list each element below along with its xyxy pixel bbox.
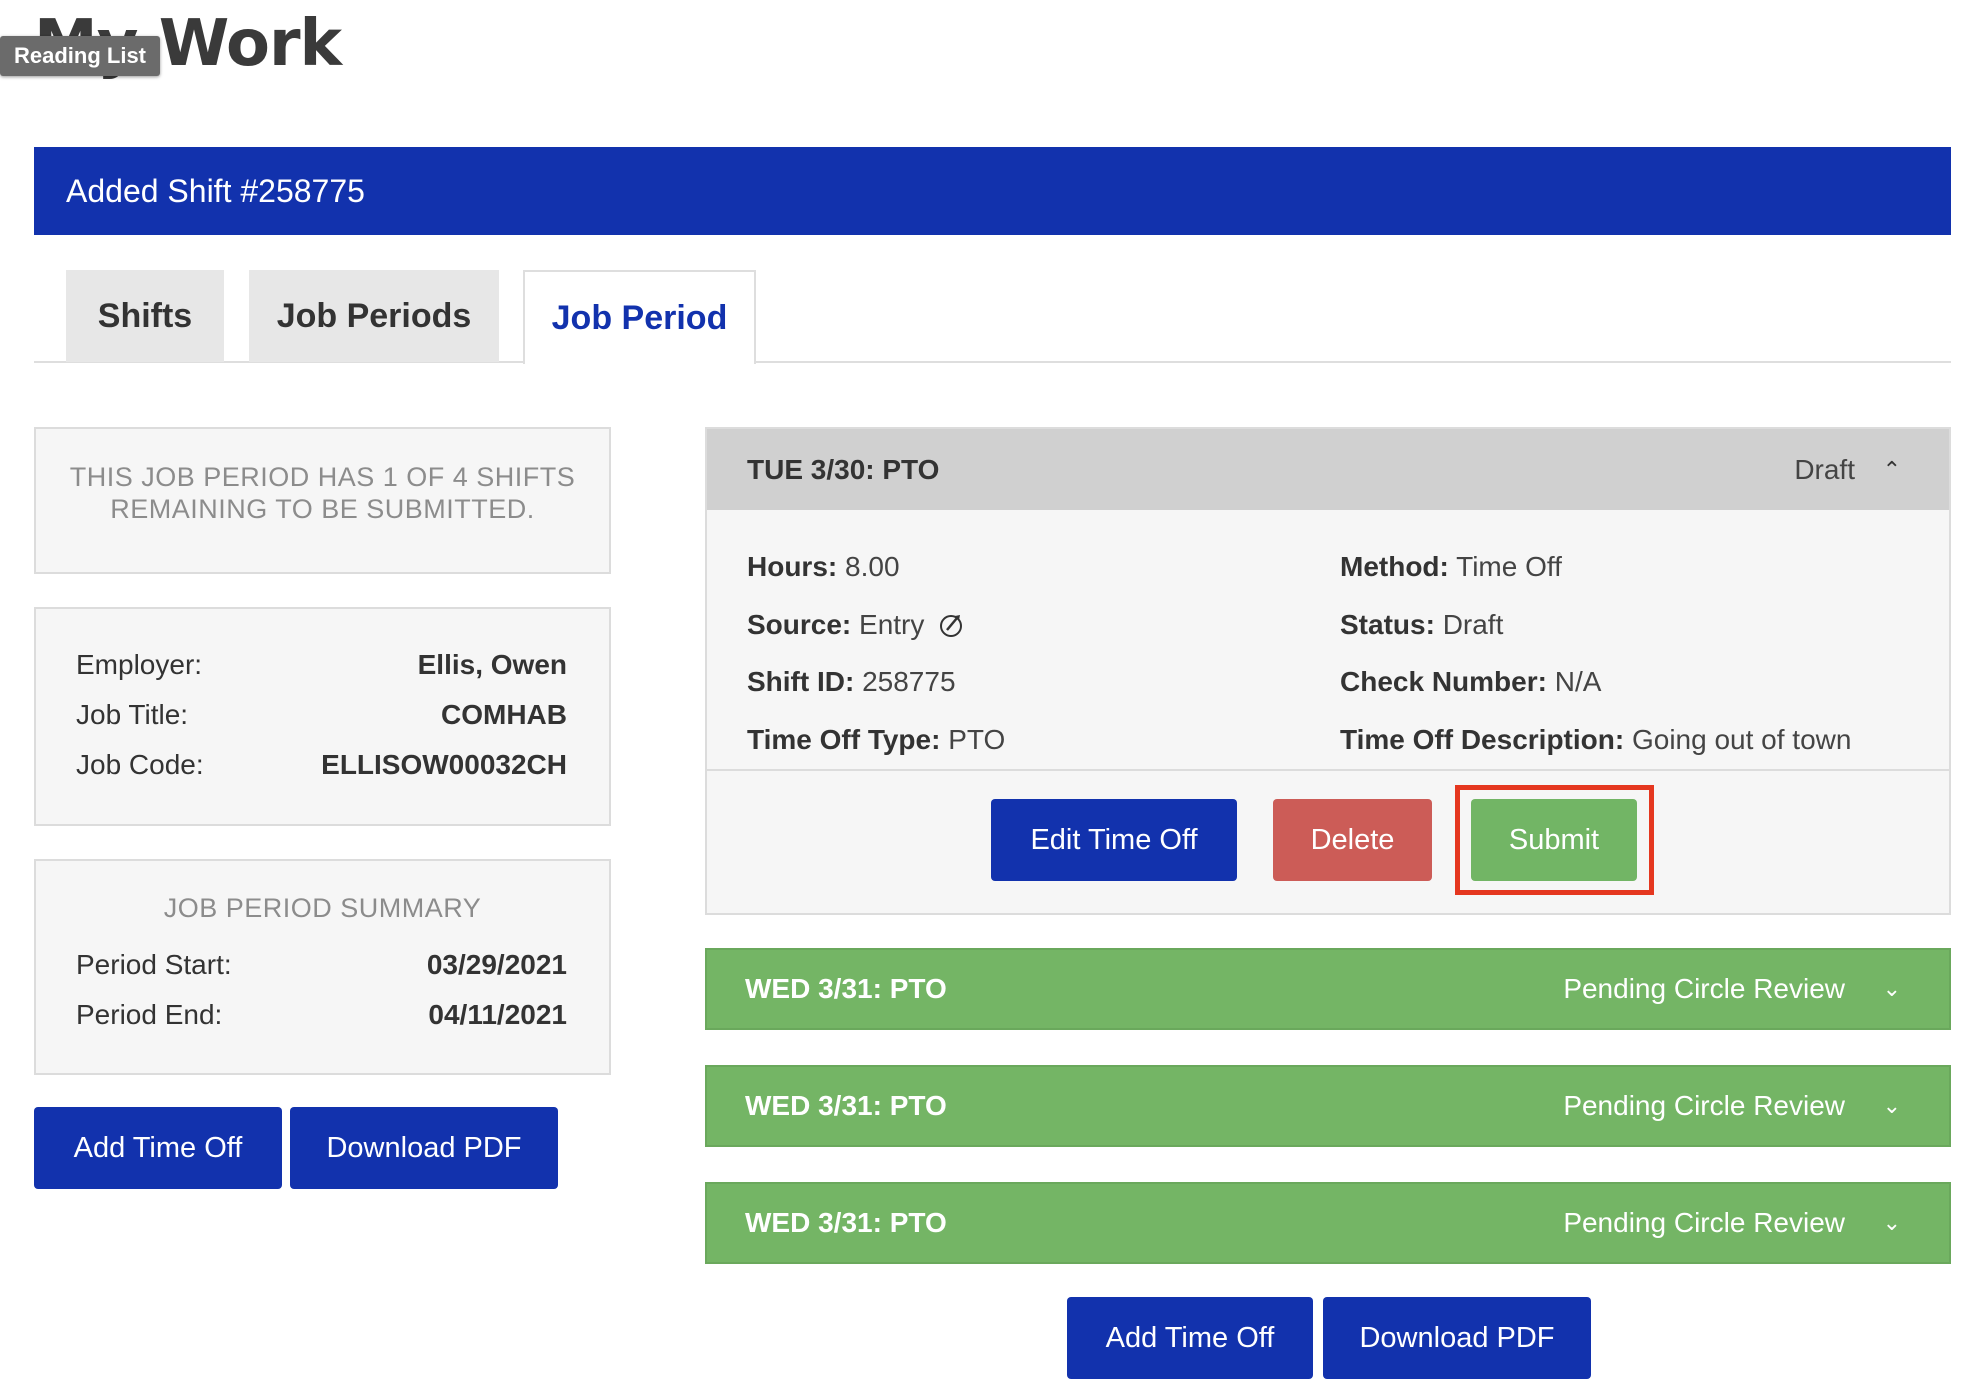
tab-shifts[interactable]: Shifts xyxy=(66,270,224,362)
field-label: Method: xyxy=(1340,551,1449,582)
chevron-down-icon[interactable]: ⌄ xyxy=(1883,1067,1901,1145)
tab-job-period[interactable]: Job Period xyxy=(523,270,756,364)
summary-label: Period End: xyxy=(76,999,223,1030)
field-method: Method: Time Off xyxy=(1340,551,1562,583)
field-value: N/A xyxy=(1554,666,1602,697)
field-label: Hours: xyxy=(747,551,838,582)
summary-title: JOB PERIOD SUMMARY xyxy=(163,893,482,923)
shift-header[interactable]: TUE 3/30: PTO Draft ⌃ xyxy=(707,429,1949,510)
reading-list-tooltip[interactable]: Reading List xyxy=(0,36,161,76)
summary-row-end: Period End: 04/11/2021 xyxy=(76,999,567,1031)
field-value: Entry xyxy=(859,609,925,640)
shift-status: Pending Circle Review xyxy=(1563,1207,1845,1238)
shift-status: Pending Circle Review xyxy=(1563,973,1845,1004)
info-row-job-title: Job Title: COMHAB xyxy=(76,699,567,731)
chevron-down-icon[interactable]: ⌄ xyxy=(1883,950,1901,1028)
field-value: 258775 xyxy=(862,666,956,697)
shift-card-collapsed[interactable]: WED 3/31: PTO Pending Circle Review ⌄ xyxy=(705,948,1951,1030)
field-value: Draft xyxy=(1442,609,1504,640)
field-time-off-description: Time Off Description: Going out of town xyxy=(1340,724,1851,756)
field-label: Status: xyxy=(1340,609,1435,640)
job-period-summary-panel: JOB PERIOD SUMMARY Period Start: 03/29/2… xyxy=(34,859,611,1075)
field-hours: Hours: 8.00 xyxy=(747,551,900,583)
summary-row-start: Period Start: 03/29/2021 xyxy=(76,949,567,981)
shift-title: WED 3/31: PTO xyxy=(745,1207,947,1238)
field-value: PTO xyxy=(948,724,1006,755)
shift-card-collapsed[interactable]: WED 3/31: PTO Pending Circle Review ⌄ xyxy=(705,1065,1951,1147)
shift-status: Draft xyxy=(1794,454,1855,485)
download-pdf-button-bottom[interactable]: Download PDF xyxy=(1323,1297,1591,1379)
info-label: Employer: xyxy=(76,649,203,680)
field-time-off-type: Time Off Type: PTO xyxy=(747,724,1005,756)
info-label: Job Title: xyxy=(76,699,189,730)
field-label: Time Off Type: xyxy=(747,724,941,755)
download-pdf-button[interactable]: Download PDF xyxy=(290,1107,558,1189)
field-label: Shift ID: xyxy=(747,666,855,697)
field-label: Check Number: xyxy=(1340,666,1547,697)
edit-time-off-button[interactable]: Edit Time Off xyxy=(991,799,1237,881)
info-value: ELLISOW00032CH xyxy=(321,749,567,780)
card-divider xyxy=(707,769,1949,771)
shift-title: WED 3/31: PTO xyxy=(745,1090,947,1121)
summary-value: 04/11/2021 xyxy=(428,999,567,1030)
chevron-down-icon[interactable]: ⌄ xyxy=(1883,1184,1901,1262)
shift-title: TUE 3/30: PTO xyxy=(747,454,940,485)
shift-title: WED 3/31: PTO xyxy=(745,973,947,1004)
field-label: Time Off Description: xyxy=(1340,724,1625,755)
employer-info-panel: Employer: Ellis, Owen Job Title: COMHAB … xyxy=(34,607,611,826)
field-shift-id: Shift ID: 258775 xyxy=(747,666,956,698)
field-source: Source: Entry xyxy=(747,609,964,641)
summary-label: Period Start: xyxy=(76,949,232,980)
shift-card-collapsed[interactable]: WED 3/31: PTO Pending Circle Review ⌄ xyxy=(705,1182,1951,1264)
field-value: 8.00 xyxy=(845,551,900,582)
shifts-remaining-notice: THIS JOB PERIOD HAS 1 OF 4 SHIFTS REMAIN… xyxy=(34,427,611,574)
info-label: Job Code: xyxy=(76,749,204,780)
shift-status: Pending Circle Review xyxy=(1563,1090,1845,1121)
field-check-number: Check Number: N/A xyxy=(1340,666,1601,698)
info-value: COMHAB xyxy=(441,699,567,730)
edit-entry-icon[interactable] xyxy=(938,612,964,638)
submit-highlight-box xyxy=(1455,785,1654,895)
notice-text: THIS JOB PERIOD HAS 1 OF 4 SHIFTS REMAIN… xyxy=(69,462,576,524)
info-row-employer: Employer: Ellis, Owen xyxy=(76,649,567,681)
field-label: Source: xyxy=(747,609,852,640)
add-time-off-button[interactable]: Add Time Off xyxy=(34,1107,282,1189)
summary-value: 03/29/2021 xyxy=(426,949,567,980)
chevron-up-icon[interactable]: ⌃ xyxy=(1883,429,1901,510)
info-row-job-code: Job Code: ELLISOW00032CH xyxy=(76,749,567,781)
field-value: Going out of town xyxy=(1631,724,1852,755)
field-status: Status: Draft xyxy=(1340,609,1503,641)
add-time-off-button-bottom[interactable]: Add Time Off xyxy=(1067,1297,1313,1379)
success-banner: Added Shift #258775 xyxy=(34,147,1951,235)
info-value: Ellis, Owen xyxy=(417,649,567,680)
field-value: Time Off xyxy=(1456,551,1562,582)
delete-button[interactable]: Delete xyxy=(1273,799,1432,881)
tab-job-periods[interactable]: Job Periods xyxy=(249,270,499,362)
